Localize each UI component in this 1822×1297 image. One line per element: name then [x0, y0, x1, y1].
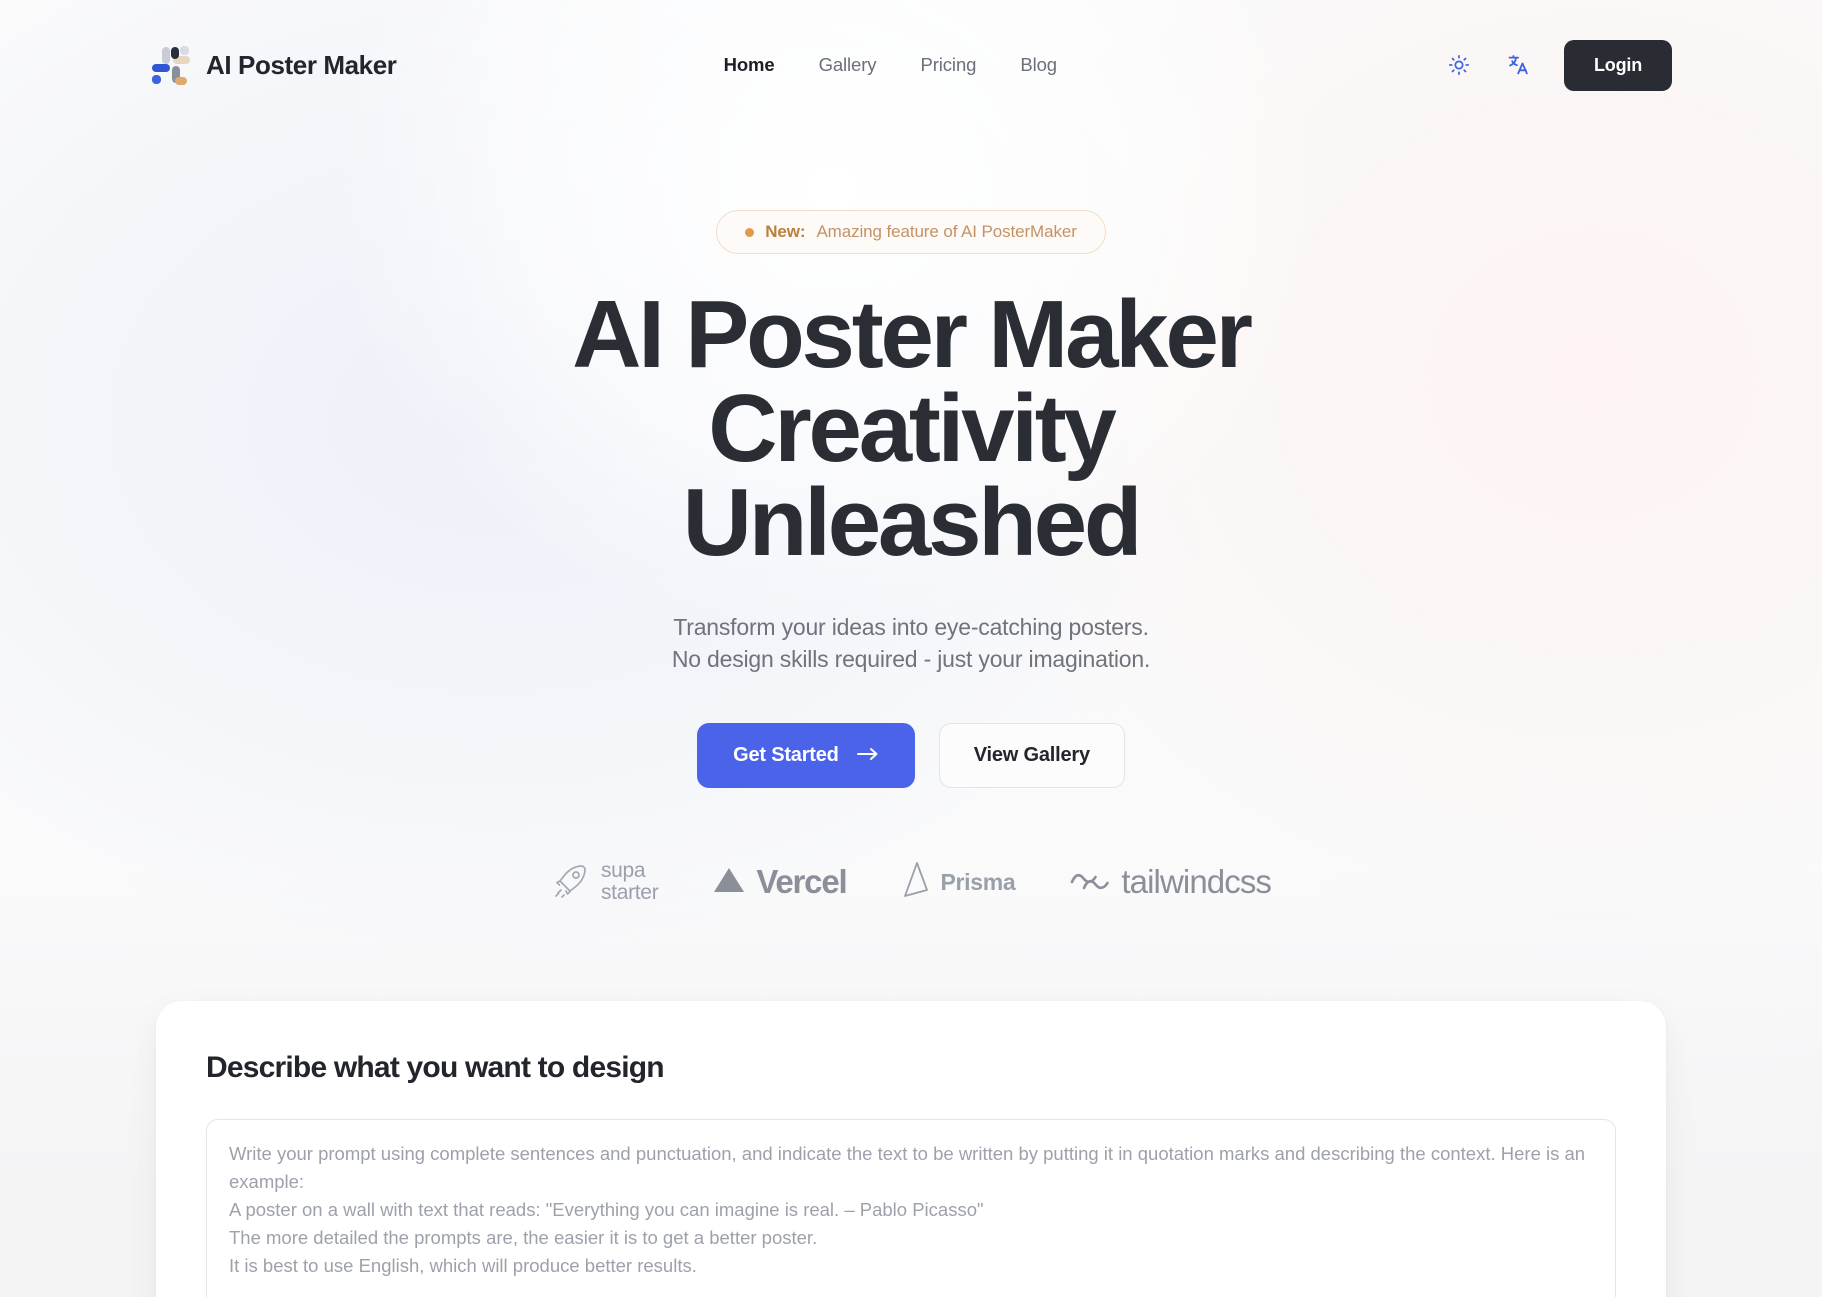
rocket-icon [551, 860, 591, 905]
nav-item-home[interactable]: Home [724, 54, 775, 76]
hero-title: AI Poster Maker Creativity Unleashed [0, 281, 1822, 577]
header-actions: Login [1444, 39, 1672, 91]
hero-title-line-2: Creativity [708, 375, 1117, 483]
logo-prisma: Prisma [900, 861, 1016, 904]
logo-tailwindcss-label: tailwindcss [1121, 863, 1272, 901]
get-started-button[interactable]: Get Started [697, 722, 915, 788]
triangle-icon [712, 865, 746, 900]
arrow-right-icon [856, 744, 879, 767]
hero-subtitle: Transform your ideas into eye-catching p… [0, 612, 1822, 675]
nav-item-pricing[interactable]: Pricing [920, 54, 976, 76]
poster-maker-logo-icon [150, 44, 192, 86]
logo-vercel: Vercel [712, 863, 848, 901]
logo-supa-line-2: starter [600, 881, 659, 905]
get-started-label: Get Started [733, 743, 839, 766]
prompt-input[interactable] [206, 1118, 1616, 1297]
hero-title-line-1: AI Poster Maker [572, 281, 1253, 388]
view-gallery-button[interactable]: View Gallery [938, 722, 1125, 788]
announcement-badge[interactable]: New: Amazing feature of AI PosterMaker [716, 210, 1106, 254]
logo-supa-starter-label: supa starter [600, 859, 659, 905]
logo-tailwindcss: tailwindcss [1069, 863, 1272, 901]
page-root: AI Poster Maker Home Gallery Pricing Blo… [0, 0, 1822, 1297]
hero-cta-row: Get Started View Gallery [0, 722, 1822, 788]
partner-logo-strip: supa starter Vercel Prisma tailwindcss [0, 860, 1822, 905]
badge-prefix: New: [765, 222, 806, 241]
logo-prisma-label: Prisma [940, 868, 1016, 895]
translate-icon[interactable] [1504, 50, 1534, 80]
wave-icon [1069, 867, 1111, 898]
logo-supa-line-1: supa [600, 859, 646, 883]
logo-supa-starter: supa starter [551, 859, 659, 905]
nav-item-gallery[interactable]: Gallery [819, 54, 877, 76]
hero-title-line-3: Unleashed [682, 469, 1143, 577]
site-header: AI Poster Maker Home Gallery Pricing Blo… [0, 0, 1822, 130]
prisma-icon [900, 861, 930, 904]
logo-vercel-label: Vercel [756, 863, 847, 901]
badge-text: Amazing feature of AI PosterMaker [816, 222, 1077, 241]
prompt-card-title: Describe what you want to design [206, 1050, 665, 1084]
hero-section: New: Amazing feature of AI PosterMaker A… [0, 130, 1822, 905]
hero-subtitle-line-1: Transform your ideas into eye-catching p… [673, 614, 1149, 641]
main-nav: Home Gallery Pricing Blog [337, 54, 1444, 76]
prompt-card: Describe what you want to design [156, 1000, 1666, 1297]
login-button[interactable]: Login [1564, 39, 1672, 91]
dot-icon [745, 227, 755, 237]
sun-icon[interactable] [1444, 50, 1474, 80]
hero-subtitle-line-2: No design skills required - just your im… [671, 645, 1151, 672]
nav-item-blog[interactable]: Blog [1020, 54, 1057, 76]
